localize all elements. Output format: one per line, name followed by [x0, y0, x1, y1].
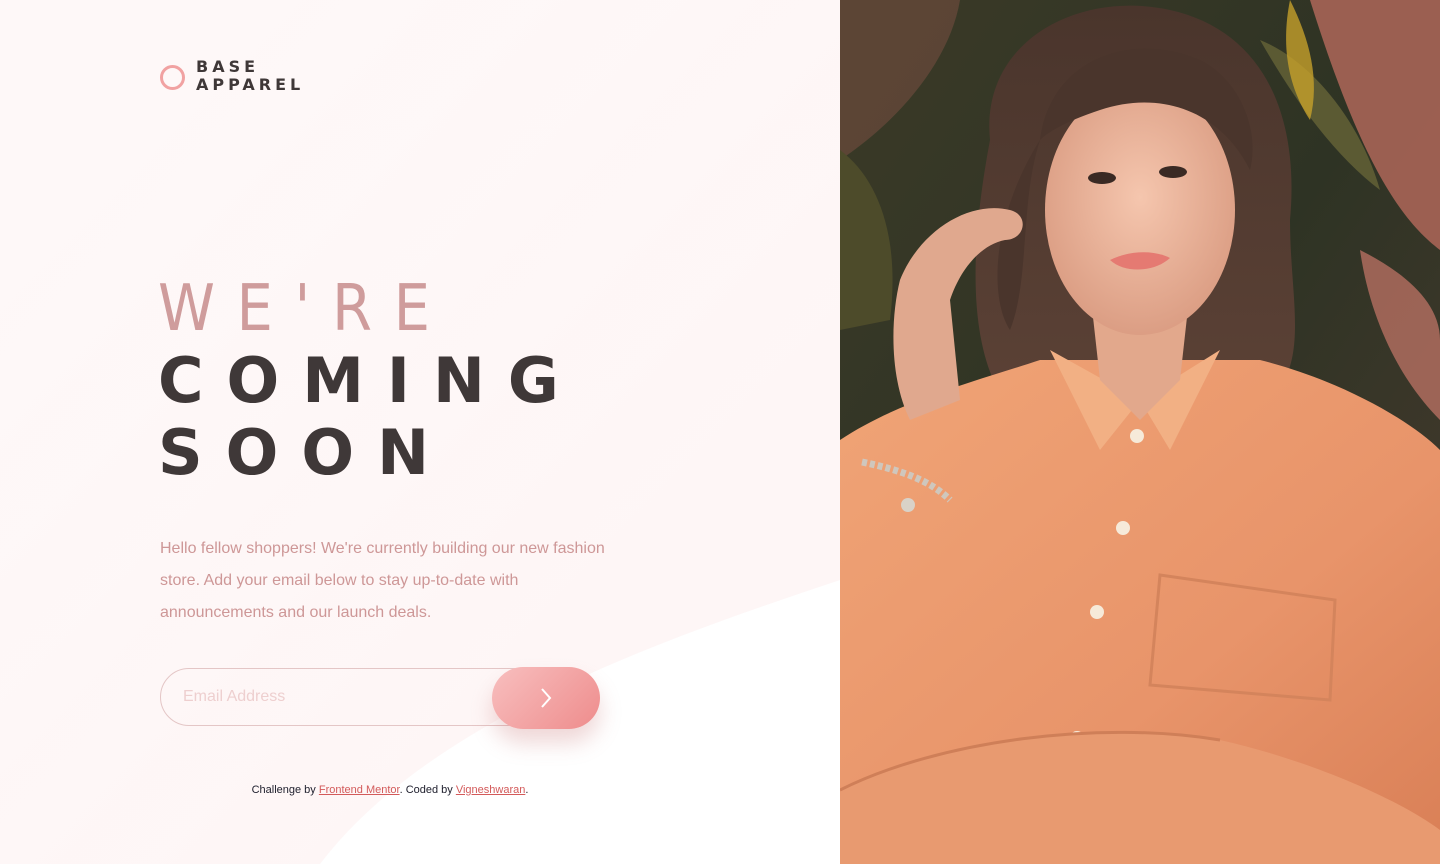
hero-model-photo: [840, 0, 1440, 864]
attribution: Challenge by Frontend Mentor. Coded by V…: [0, 784, 780, 796]
intro-description: Hello fellow shoppers! We're currently b…: [160, 540, 605, 621]
logo-ring-icon: [160, 64, 185, 90]
title-line-soon: SOON: [158, 416, 452, 489]
author-link[interactable]: Vigneshwaran: [456, 784, 526, 796]
subscribe-form: [160, 667, 600, 729]
submit-button[interactable]: [492, 667, 600, 729]
attribution-suffix: .: [525, 784, 529, 796]
content-panel: BASE APPAREL WE'RE COMING SOON Hello fel…: [0, 0, 840, 864]
logo-line-2: APPAREL: [196, 75, 305, 94]
coming-soon-page: BASE APPAREL WE'RE COMING SOON Hello fel…: [0, 0, 1440, 864]
page-title: WE'RE COMING SOON: [158, 273, 582, 489]
attribution-middle: . Coded by: [399, 784, 456, 796]
frontend-mentor-link[interactable]: Frontend Mentor: [319, 784, 400, 796]
logo-wordmark: BASE APPAREL: [196, 58, 304, 94]
title-line-were: WE'RE: [158, 272, 452, 346]
brand-logo[interactable]: BASE APPAREL: [160, 58, 304, 94]
hero-image-panel: [840, 0, 1440, 864]
logo-line-1: BASE: [196, 57, 260, 76]
chevron-right-icon: [541, 688, 552, 708]
title-line-coming: COMING: [158, 344, 582, 417]
attribution-prefix: Challenge by: [251, 784, 319, 796]
